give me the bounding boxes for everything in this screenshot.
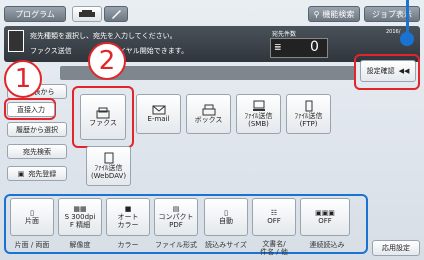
- mail-settings-icon: ☷: [270, 209, 278, 217]
- fax-icon: [96, 107, 110, 119]
- function-search-button[interactable]: ⚲ 機能検索: [308, 6, 360, 22]
- dest-smb[interactable]: ﾌｧｲﾙ送信 (SMB): [236, 94, 281, 134]
- list-icon: ≣: [274, 43, 282, 53]
- date-text: 2016/: [386, 29, 401, 35]
- scan-size-caption: 読込みサイズ: [205, 241, 247, 249]
- function-search-label: 機能検索: [322, 9, 355, 19]
- message-icon: [8, 30, 24, 52]
- application-settings-button[interactable]: 応用設定: [372, 240, 420, 256]
- dest-box[interactable]: ボックス: [186, 94, 231, 134]
- step-1-marker: 1: [4, 60, 42, 98]
- color-icon: ■: [124, 205, 132, 213]
- dest-fax[interactable]: ファクス: [80, 94, 126, 140]
- dest-count: 0: [310, 39, 319, 55]
- dest-ftp[interactable]: ﾌｧｲﾙ送信 (FTP): [286, 94, 331, 134]
- document-name-button[interactable]: ☷ OFF: [252, 198, 296, 236]
- resolution-button[interactable]: ▦▦ S 300dpi F 精細: [58, 198, 102, 236]
- webdav-icon: [104, 152, 113, 164]
- color-button[interactable]: ■ オート カラー: [106, 198, 150, 236]
- sidebar-address-search[interactable]: 宛先検索: [7, 144, 67, 159]
- envelope-icon: [152, 105, 165, 115]
- dest-webdav[interactable]: ﾌｧｲﾙ送信 (WebDAV): [86, 146, 131, 186]
- header-message-1: 宛先種類を選択し、宛先を入力してください。: [30, 32, 177, 40]
- sidebar-from-history[interactable]: 履歴から選択: [7, 122, 67, 137]
- step-2-marker: 2: [88, 42, 126, 80]
- edit-tab[interactable]: [104, 6, 128, 22]
- resolution-value: S 300dpi F 精細: [64, 213, 96, 229]
- continuous-scan-caption: 連続読込み: [309, 241, 345, 249]
- file-format-button[interactable]: ▤ コンパクト PDF: [154, 198, 198, 236]
- register-icon: ▣: [17, 169, 25, 178]
- duplex-button[interactable]: ▯ 片面: [10, 198, 54, 236]
- sidebar-direct-input[interactable]: 直接入力: [7, 102, 55, 117]
- document-name-value: OFF: [267, 217, 281, 225]
- color-caption: カラー: [117, 241, 139, 249]
- dest-ftp-label: ﾌｧｲﾙ送信 (FTP): [294, 112, 323, 128]
- header-message-2: ファクス送信: [30, 47, 72, 55]
- server-icon: [305, 100, 312, 112]
- document-name-caption: 文書名/ 件名 / 他: [260, 240, 288, 256]
- continuous-scan-icon: ▣▣▣: [315, 209, 335, 217]
- computer-icon: [252, 100, 265, 111]
- file-format-caption: ファイル形式: [155, 241, 197, 249]
- resolution-caption: 解像度: [69, 241, 91, 249]
- dest-fax-label: ファクス: [89, 119, 117, 127]
- scanner-icon: [79, 10, 95, 17]
- pdf-icon: ▤: [172, 205, 180, 213]
- dest-webdav-label: ﾌｧｲﾙ送信 (WebDAV): [90, 164, 127, 180]
- document-icon: ▯: [224, 209, 228, 217]
- program-tab[interactable]: プログラム: [4, 6, 66, 22]
- dest-smb-label: ﾌｧｲﾙ送信 (SMB): [244, 112, 273, 128]
- settings-confirm-button[interactable]: 設定確認 ◀◀: [360, 60, 416, 82]
- color-value: オート カラー: [117, 213, 139, 229]
- dest-count-label: 宛先件数: [272, 31, 297, 38]
- dest-email-label: E-mail: [147, 115, 170, 123]
- continuous-scan-value: OFF: [318, 217, 332, 225]
- page-icon: ▯: [30, 209, 34, 217]
- settings-confirm-label: 設定確認: [366, 67, 395, 75]
- duplex-value: 片面: [25, 217, 39, 225]
- pointer-dot: [400, 32, 414, 46]
- double-chevron-left-icon: ◀◀: [398, 67, 410, 75]
- scan-size-value: 自動: [219, 217, 233, 225]
- address-register-label: 宛先登録: [28, 169, 57, 178]
- job-display-button[interactable]: ジョブ表示: [364, 6, 420, 22]
- resolution-icon: ▦▦: [73, 205, 87, 213]
- duplex-caption: 片面 / 両面: [14, 241, 50, 249]
- scan-size-button[interactable]: ▯ 自動: [204, 198, 248, 236]
- dest-box-label: ボックス: [194, 116, 223, 124]
- box-icon: [202, 104, 215, 116]
- search-icon: ⚲: [313, 9, 320, 19]
- dest-email[interactable]: E-mail: [136, 94, 181, 134]
- continuous-scan-button[interactable]: ▣▣▣ OFF: [300, 198, 350, 236]
- sidebar-address-register[interactable]: ▣ 宛先登録: [7, 166, 67, 181]
- file-format-value: コンパクト PDF: [158, 213, 194, 229]
- copy-mode-tab[interactable]: [72, 6, 102, 22]
- pen-icon: [112, 10, 121, 19]
